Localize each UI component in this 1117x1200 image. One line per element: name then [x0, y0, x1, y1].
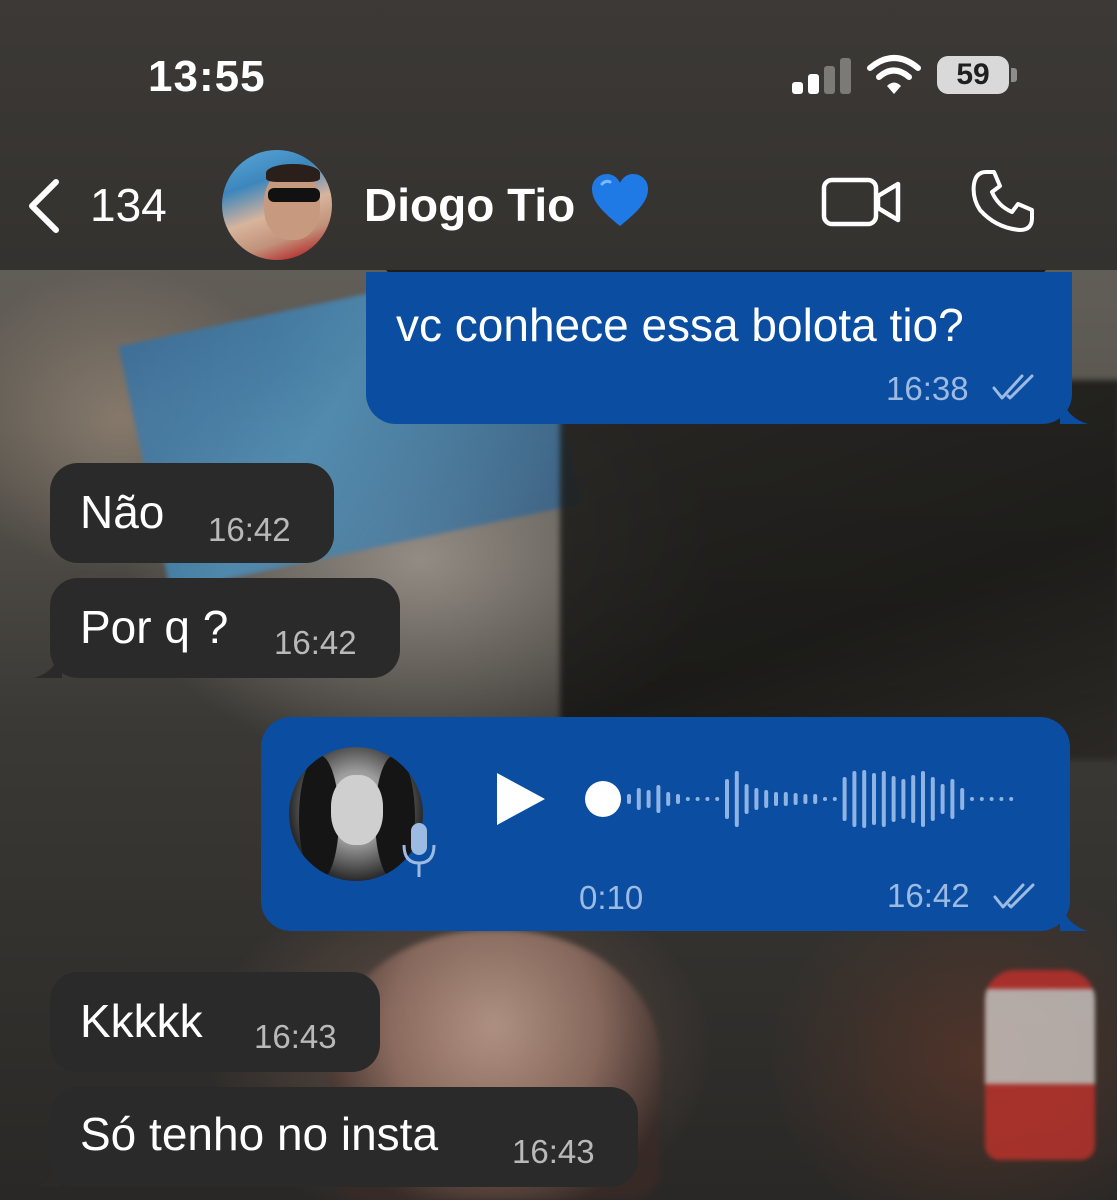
bubble-tail: [1060, 901, 1088, 931]
waveform-bar: [911, 775, 916, 823]
waveform-bar: [881, 771, 886, 827]
message-bubble-incoming[interactable]: Só tenho no insta 16:43: [50, 1087, 638, 1187]
voice-duration: 0:10: [579, 879, 644, 916]
waveform-bar: [734, 771, 739, 827]
waveform-bar: [793, 793, 798, 805]
bubble-tail: [34, 648, 62, 678]
waveform-bar: [646, 790, 651, 808]
waveform-bar: [842, 777, 847, 821]
waveform-bar: [832, 797, 837, 801]
waveform-bar: [783, 792, 788, 806]
voice-message-bubble[interactable]: 0:10 16:42: [261, 717, 1070, 931]
message-bubble-incoming[interactable]: Por q ? 16:42: [50, 578, 400, 678]
message-text: Kkkkk: [80, 995, 203, 1047]
waveform-bar: [891, 776, 896, 822]
waveform-bar: [685, 797, 690, 801]
waveform-bar: [921, 771, 925, 827]
waveform-bar: [999, 797, 1004, 801]
waveform-bar: [666, 792, 671, 806]
message-text: vc conhece essa bolota tio?: [396, 299, 964, 351]
wallpaper-bottle-shape: [985, 970, 1095, 1160]
waveform-bar: [774, 792, 778, 806]
battery-icon: 59: [937, 56, 1009, 94]
wifi-icon: [867, 55, 921, 94]
contact-avatar[interactable]: [222, 150, 332, 260]
message-bubble-outgoing[interactable]: vc conhece essa bolota tio? 16:38: [366, 272, 1072, 424]
message-time: 16:43: [512, 1133, 595, 1170]
waveform-bar: [676, 794, 680, 804]
message-time: 16:38: [886, 370, 969, 407]
waveform-bar: [764, 790, 769, 808]
waveform-bar: [725, 779, 729, 819]
waveform-bar: [636, 788, 641, 810]
waveform-bar: [960, 788, 965, 810]
waveform-bar: [705, 797, 710, 801]
waveform-bar: [656, 785, 661, 813]
back-chevron-icon: [29, 179, 59, 233]
video-call-icon[interactable]: [820, 172, 902, 232]
message-text: Por q ?: [80, 601, 229, 653]
waveform-bar: [930, 777, 935, 821]
message-time: 16:42: [208, 511, 291, 548]
message-time: 16:42: [274, 624, 357, 661]
waveform-bar: [979, 797, 984, 801]
waveform-bar: [1009, 797, 1014, 801]
double-check-icon: [993, 883, 1035, 909]
waveform-bar: [970, 797, 974, 801]
message-bubble-incoming[interactable]: Kkkkk 16:43: [50, 972, 380, 1072]
play-icon[interactable]: [491, 769, 551, 829]
bubble-tail: [1060, 394, 1088, 424]
waveform-bar: [989, 797, 994, 801]
cellular-signal-icon: [792, 56, 852, 94]
waveform-bar: [744, 784, 749, 814]
waveform-bar: [852, 771, 857, 827]
phone-call-icon[interactable]: [970, 168, 1036, 234]
waveform-bar: [695, 797, 700, 801]
waveform-bar: [823, 797, 827, 801]
waveform-bar: [872, 773, 876, 825]
message-bubble-incoming[interactable]: Não 16:42: [50, 463, 334, 563]
playback-scrubber: [585, 781, 621, 817]
unread-chats-count: 134: [90, 179, 167, 231]
wallpaper-shadow-shape: [560, 380, 1117, 760]
waveform-bar: [901, 779, 906, 819]
waveform-bar: [627, 794, 631, 804]
waveform-bar: [950, 779, 955, 819]
message-time: 16:42: [887, 877, 970, 914]
back-button[interactable]: 134: [24, 172, 184, 238]
waveform-bar: [940, 784, 945, 814]
chat-header: 13:55 59 134 Diogo Tio: [0, 0, 1117, 270]
waveform-bar: [813, 794, 818, 804]
waveform-bar: [754, 788, 759, 810]
audio-waveform[interactable]: [583, 767, 1023, 831]
waveform-bar: [803, 794, 808, 804]
bubble-tail: [34, 1157, 62, 1187]
contact-name[interactable]: Diogo Tio: [364, 178, 575, 232]
waveform-bar: [715, 797, 720, 801]
microphone-icon: [402, 823, 436, 877]
message-time: 16:43: [254, 1018, 337, 1055]
blue-heart-icon: [592, 174, 648, 226]
message-text: Só tenho no insta: [80, 1108, 439, 1160]
battery-nub: [1011, 68, 1017, 82]
status-bar-time: 13:55: [148, 52, 266, 101]
waveform-bar: [862, 770, 867, 828]
double-check-icon: [992, 374, 1034, 400]
message-text: Não: [80, 486, 165, 538]
